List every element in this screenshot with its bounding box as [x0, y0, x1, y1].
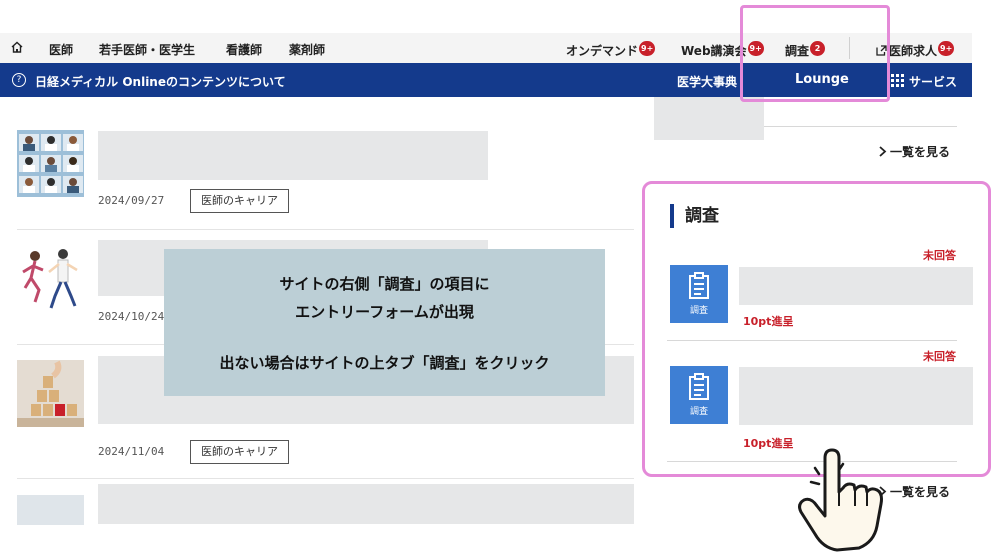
nav-item-on-demand[interactable]: オンデマンド 9+	[566, 41, 656, 59]
article-thumbnail[interactable]	[17, 495, 84, 525]
callout-line-3: 出ない場合はサイトの上タブ「調査」をクリック	[219, 354, 550, 372]
home-icon[interactable]	[10, 40, 24, 54]
video-call-illustration	[17, 130, 84, 197]
survey-highlight-frame	[642, 181, 991, 477]
article-thumbnail-online-meeting[interactable]	[17, 130, 84, 197]
article-thumbnail-number-blocks[interactable]	[17, 360, 84, 427]
nav-item-doctor[interactable]: 医師	[49, 41, 73, 58]
sidebar-divider	[764, 126, 957, 127]
see-more-link[interactable]: 一覧を見る	[878, 143, 950, 160]
chevron-right-icon	[879, 146, 887, 157]
article-date: 2024/10/24	[98, 310, 165, 323]
about-contents-link[interactable]: 日経メディカル Onlineのコンテンツについて	[35, 73, 286, 90]
instruction-callout: サイトの右側「調査」の項目に エントリーフォームが出現 出ない場合はサイトの上タ…	[164, 249, 605, 396]
article-divider	[17, 229, 634, 230]
running-people-illustration	[22, 249, 78, 309]
nav-item-web-lecture-label: Web講演会	[681, 44, 747, 58]
article-thumbnail-running-doctor[interactable]	[17, 246, 84, 313]
article-divider	[17, 478, 634, 479]
article-title-placeholder[interactable]	[98, 484, 634, 524]
number-blocks-illustration	[17, 360, 84, 427]
services-menu[interactable]: サービス	[909, 73, 957, 90]
grid-menu-icon	[891, 74, 904, 87]
notification-badge: 9+	[938, 41, 955, 56]
nav-item-job-search-label: 医師求人	[889, 44, 938, 58]
callout-line-1: サイトの右側「調査」の項目に	[279, 275, 490, 293]
article-tag[interactable]: 医師のキャリア	[190, 440, 289, 464]
notification-badge: 9+	[639, 41, 656, 56]
survey-tab-highlight	[740, 5, 890, 102]
pointing-hand-icon	[798, 448, 883, 552]
nav-item-nurse[interactable]: 看護師	[226, 41, 262, 58]
article-date: 2024/09/27	[98, 194, 165, 207]
see-more-label: 一覧を見る	[890, 145, 951, 159]
nav-item-young-doctor[interactable]: 若手医師・医学生	[99, 41, 195, 58]
article-date: 2024/11/04	[98, 445, 165, 458]
help-icon: ?	[12, 73, 26, 87]
medical-dictionary-link[interactable]: 医学大事典	[677, 73, 737, 90]
article-tag[interactable]: 医師のキャリア	[190, 189, 289, 213]
article-title-placeholder[interactable]	[98, 131, 488, 180]
sidebar-placeholder	[654, 97, 764, 140]
nav-item-on-demand-label: オンデマンド	[566, 44, 639, 58]
callout-line-2: エントリーフォームが出現	[295, 303, 474, 321]
survey-see-more-label: 一覧を見る	[890, 485, 951, 499]
nav-item-pharmacist[interactable]: 薬剤師	[289, 41, 325, 58]
